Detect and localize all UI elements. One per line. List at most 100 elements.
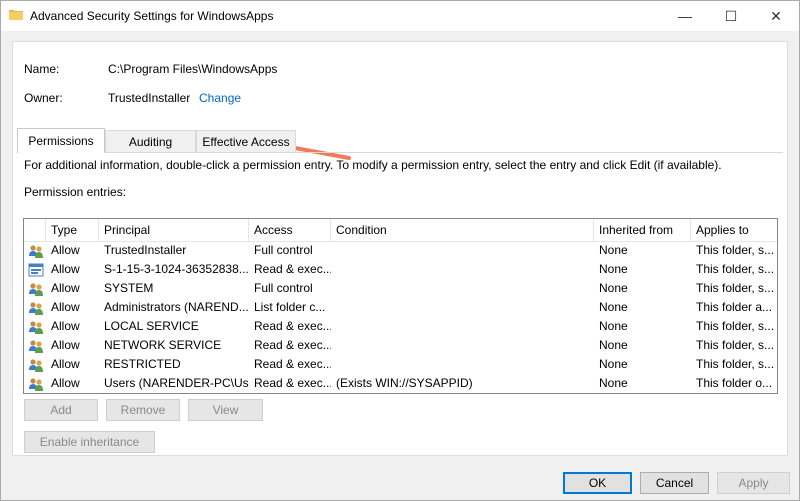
tab-label: Permissions — [28, 134, 94, 148]
table-row[interactable]: Allow SYSTEM Full control None This folder, … — [24, 279, 777, 298]
view-button[interactable]: View — [188, 399, 263, 421]
cell-principal: Users (NARENDER-PC\Us... — [104, 376, 249, 390]
cancel-button[interactable]: Cancel — [640, 472, 709, 494]
cell-inherited: None — [599, 281, 628, 295]
cell-inherited: None — [599, 338, 628, 352]
name-value: C:\Program Files\WindowsApps — [108, 62, 278, 76]
cell-access: Read & exec... — [254, 319, 331, 333]
header-type[interactable]: Type — [46, 219, 99, 241]
close-icon: ✕ — [770, 7, 782, 24]
table-row[interactable]: Allow Users (NARENDER-PC\Us... Read & exec… — [24, 374, 777, 393]
cell-type: Allow — [51, 281, 80, 295]
table-header: Type Principal Access Condition Inherite… — [24, 219, 777, 242]
content-panel: Name: C:\Program Files\WindowsApps Owner… — [12, 41, 788, 456]
maximize-button[interactable]: ☐ — [708, 1, 754, 31]
cell-inherited: None — [599, 357, 628, 371]
app-package-icon — [28, 262, 44, 278]
tab-effective-access[interactable]: Effective Access — [196, 130, 296, 152]
cell-condition — [331, 260, 594, 279]
cell-condition — [331, 336, 594, 355]
cell-principal: NETWORK SERVICE — [104, 338, 222, 352]
cell-inherited: None — [599, 376, 628, 390]
cell-principal: RESTRICTED — [104, 357, 181, 371]
cell-access: Read & exec... — [254, 376, 331, 390]
cell-condition — [331, 355, 594, 374]
owner-value: TrustedInstaller — [108, 91, 191, 105]
table-row[interactable]: Allow Administrators (NAREND... List folde… — [24, 298, 777, 317]
table-row[interactable]: Allow LOCAL SERVICE Read & exec... None This… — [24, 317, 777, 336]
cell-principal: SYSTEM — [104, 281, 154, 295]
cell-condition — [331, 317, 594, 336]
tab-label: Effective Access — [202, 134, 290, 149]
table-row[interactable]: Allow RESTRICTED Read & exec... None This fo… — [24, 355, 777, 374]
cell-access: Full control — [254, 281, 313, 295]
permission-entries-table[interactable]: Type Principal Access Condition Inherite… — [23, 218, 778, 394]
cell-type: Allow — [51, 357, 80, 371]
cell-access: Full control — [254, 243, 313, 257]
permission-entries-label: Permission entries: — [24, 185, 127, 199]
cell-applies: This folder o... — [696, 376, 773, 390]
users-icon — [28, 357, 44, 373]
cell-condition — [331, 241, 594, 260]
cell-type: Allow — [51, 300, 80, 314]
header-icon-column — [24, 219, 46, 241]
info-text: For additional information, double-click… — [24, 158, 722, 172]
table-row[interactable]: Allow S-1-15-3-1024-36352838... Read & exe… — [24, 260, 777, 279]
header-condition[interactable]: Condition — [331, 219, 594, 241]
cell-inherited: None — [599, 243, 628, 257]
add-button[interactable]: Add — [24, 399, 98, 421]
apply-button[interactable]: Apply — [717, 472, 790, 494]
cell-applies: This folder, s... — [696, 262, 775, 276]
cell-inherited: None — [599, 300, 628, 314]
tab-label: Auditing — [128, 134, 173, 149]
header-access[interactable]: Access — [249, 219, 331, 241]
minimize-button[interactable]: — — [662, 1, 708, 31]
table-row[interactable]: Allow NETWORK SERVICE Read & exec... None Th… — [24, 336, 777, 355]
remove-button[interactable]: Remove — [106, 399, 180, 421]
cell-inherited: None — [599, 319, 628, 333]
cell-applies: This folder, s... — [696, 281, 775, 295]
users-icon — [28, 319, 44, 335]
cell-access: Read & exec... — [254, 338, 331, 352]
tab-permissions[interactable]: Permissions — [17, 128, 105, 153]
window-title: Advanced Security Settings for WindowsAp… — [30, 9, 274, 23]
cell-condition — [331, 279, 594, 298]
cell-inherited: None — [599, 262, 628, 276]
users-icon — [28, 376, 44, 392]
folder-icon — [9, 10, 23, 20]
cell-access: Read & exec... — [254, 357, 331, 371]
cell-type: Allow — [51, 376, 80, 390]
ok-button[interactable]: OK — [563, 472, 632, 494]
cell-applies: This folder, s... — [696, 319, 775, 333]
cell-principal: Administrators (NAREND... — [104, 300, 249, 314]
cell-type: Allow — [51, 243, 80, 257]
users-icon — [28, 300, 44, 316]
cell-principal: TrustedInstaller — [104, 243, 187, 257]
cell-access: List folder c... — [254, 300, 326, 314]
users-icon — [28, 281, 44, 297]
change-owner-link[interactable]: Change — [199, 91, 241, 105]
tab-auditing[interactable]: Auditing — [105, 130, 196, 152]
cell-condition — [331, 298, 594, 317]
minimize-icon: — — [678, 8, 692, 24]
close-button[interactable]: ✕ — [753, 1, 799, 31]
header-inherited-from[interactable]: Inherited from — [594, 219, 691, 241]
cell-principal: LOCAL SERVICE — [104, 319, 199, 333]
cell-condition: (Exists WIN://SYSAPPID) — [336, 376, 473, 390]
cell-applies: This folder a... — [696, 300, 773, 314]
users-icon — [28, 338, 44, 354]
title-bar[interactable]: Advanced Security Settings for WindowsAp… — [1, 1, 799, 31]
header-applies-to[interactable]: Applies to — [691, 219, 777, 241]
advanced-security-settings-window: Advanced Security Settings for WindowsAp… — [0, 0, 800, 501]
cell-type: Allow — [51, 338, 80, 352]
header-principal[interactable]: Principal — [99, 219, 249, 241]
enable-inheritance-button[interactable]: Enable inheritance — [24, 431, 155, 453]
name-label: Name: — [24, 62, 60, 76]
table-row[interactable]: Allow TrustedInstaller Full control None Thi… — [24, 241, 777, 260]
cell-applies: This folder, s... — [696, 357, 775, 371]
cell-type: Allow — [51, 319, 80, 333]
cell-applies: This folder, s... — [696, 243, 775, 257]
cell-principal: S-1-15-3-1024-36352838... — [104, 262, 249, 276]
owner-label: Owner: — [24, 91, 63, 105]
cell-access: Read & exec... — [254, 262, 331, 276]
